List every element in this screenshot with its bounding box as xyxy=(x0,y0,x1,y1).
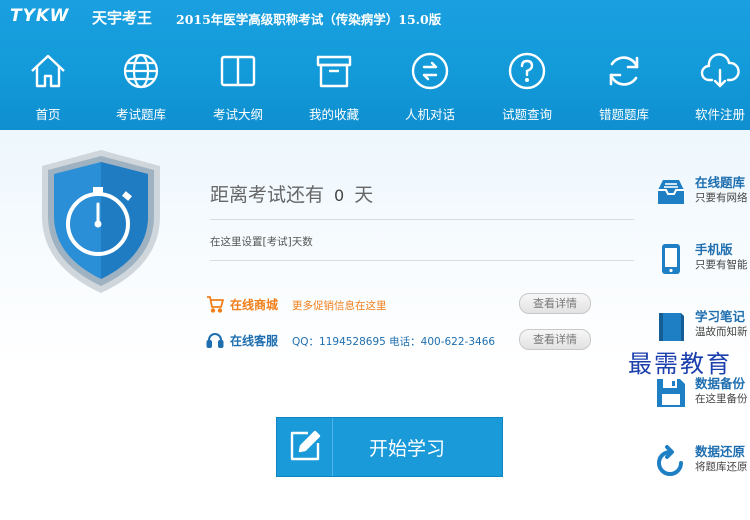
nav-home-label: 首页 xyxy=(35,107,61,122)
refresh-icon xyxy=(609,56,639,86)
online-shop-row: 在线商城 更多促销信息在这里 查看详情 xyxy=(206,293,596,315)
nav-syllabus-label: 考试大纲 xyxy=(212,107,263,122)
headset-icon xyxy=(206,333,224,348)
cart-icon xyxy=(207,296,224,313)
start-study-button[interactable]: 开始学习 xyxy=(276,417,503,477)
online-shop-desc: 更多促销信息在这里 xyxy=(292,300,387,312)
logo-name: 天宇考王 xyxy=(92,9,153,27)
cloud-download-icon xyxy=(700,53,740,88)
title-bar: TYKW 天宇考王 2015年医学高级职称考试（传染病学）15.0版 xyxy=(0,0,750,32)
side-online-bank[interactable]: 在线题库 只要有网络 xyxy=(655,172,750,222)
side-online-bank-title: 在线题库 xyxy=(695,175,746,190)
nav-wrong-questions[interactable]: 错题题库 xyxy=(576,46,672,130)
online-service-label[interactable]: 在线客服 xyxy=(230,332,278,349)
side-notes-desc: 温故而知新 xyxy=(695,326,748,338)
exam-countdown: 距离考试还有 0 天 xyxy=(210,180,373,207)
nav-question-bank[interactable]: 考试题库 xyxy=(93,46,189,130)
shop-details-button[interactable]: 查看详情 xyxy=(519,293,591,314)
nav-favorites-label: 我的收藏 xyxy=(308,107,359,122)
phone-icon xyxy=(662,244,680,274)
app-title: 2015年医学高级职称考试（传染病学）15.0版 xyxy=(176,12,442,27)
nav-syllabus[interactable]: 考试大纲 xyxy=(190,46,286,130)
main-nav: 首页 考试题库 考试大纲 我的收藏 人机对话 试题查询 错题题库 软件注册 xyxy=(0,46,750,130)
side-mobile-desc: 只要有智能 xyxy=(695,259,748,271)
side-restore-title: 数据还原 xyxy=(695,444,746,459)
online-service-contact: QQ：1194528695 电话：400-622-3466 xyxy=(292,336,496,348)
nav-dialogue[interactable]: 人机对话 xyxy=(382,46,478,130)
online-service-row: 在线客服 QQ：1194528695 电话：400-622-3466 查看详情 xyxy=(206,329,596,351)
countdown-prefix: 距离考试还有 xyxy=(210,184,325,206)
side-restore-desc: 将题库还原 xyxy=(695,461,748,473)
nav-register-label: 软件注册 xyxy=(694,107,745,122)
floppy-icon xyxy=(657,379,685,407)
archive-box-icon xyxy=(316,55,352,88)
set-exam-days-link[interactable]: 在这里设置[考试]天数 xyxy=(210,234,313,249)
side-restore[interactable]: 数据还原 将题库还原 xyxy=(655,441,750,491)
globe-icon xyxy=(123,53,159,89)
shield-stopwatch-icon xyxy=(42,150,160,293)
main-panel: 距离考试还有 0 天 在这里设置[考试]天数 在线商城 更多促销信息在这里 查看详情… xyxy=(0,130,750,520)
edit-icon xyxy=(290,430,321,461)
top-toolbar: TYKW 天宇考王 2015年医学高级职称考试（传染病学）15.0版 首页 考试… xyxy=(0,0,750,130)
nav-dialogue-label: 人机对话 xyxy=(404,107,455,122)
side-mobile[interactable]: 手机版 只要有智能 xyxy=(655,239,750,289)
side-backup[interactable]: 数据备份 在这里备份 xyxy=(655,373,750,423)
side-online-bank-desc: 只要有网络 xyxy=(695,192,748,204)
restore-icon xyxy=(657,445,683,476)
logo: TYKW xyxy=(10,6,70,26)
divider xyxy=(210,219,634,220)
notebook-icon xyxy=(659,313,684,341)
nav-search-questions-label: 试题查询 xyxy=(501,107,552,122)
nav-favorites[interactable]: 我的收藏 xyxy=(286,46,382,130)
side-mobile-title: 手机版 xyxy=(695,242,733,257)
divider xyxy=(210,260,634,261)
side-backup-desc: 在这里备份 xyxy=(695,393,748,405)
service-details-button[interactable]: 查看详情 xyxy=(519,329,591,350)
book-icon xyxy=(220,55,256,87)
countdown-days: 0 xyxy=(334,186,345,205)
home-icon xyxy=(31,54,65,88)
nav-search-questions[interactable]: 试题查询 xyxy=(479,46,575,130)
countdown-unit: 天 xyxy=(354,184,374,206)
nav-register[interactable]: 软件注册 xyxy=(672,46,750,130)
nav-wrong-questions-label: 错题题库 xyxy=(598,107,649,122)
start-icon-box xyxy=(277,418,333,476)
watermark: 最需教育 xyxy=(628,350,732,378)
question-icon xyxy=(508,52,546,90)
exchange-icon xyxy=(411,52,449,90)
nav-question-bank-label: 考试题库 xyxy=(115,107,166,122)
online-shop-label[interactable]: 在线商城 xyxy=(230,296,278,313)
side-notes-title: 学习笔记 xyxy=(695,309,746,324)
start-study-label: 开始学习 xyxy=(369,438,446,460)
nav-home[interactable]: 首页 xyxy=(0,46,96,130)
inbox-icon xyxy=(658,180,684,204)
